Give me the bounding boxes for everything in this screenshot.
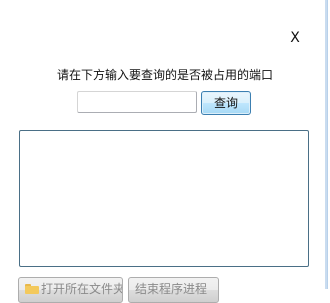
folder-icon bbox=[25, 284, 39, 294]
query-button[interactable]: 查询 bbox=[201, 91, 251, 115]
kill-process-button[interactable]: 结束程序进程 bbox=[128, 277, 219, 303]
window-border bbox=[325, 0, 327, 289]
result-textarea[interactable] bbox=[19, 130, 309, 267]
kill-process-button-label: 结束程序进程 bbox=[135, 282, 208, 296]
prompt-text: 请在下方输入要查询的是否被占用的端口 bbox=[56, 68, 273, 82]
port-check-dialog: X 请在下方输入要查询的是否被占用的端口 查询 打开所在文件夹 结束程序进程 bbox=[0, 0, 328, 303]
open-folder-button[interactable]: 打开所在文件夹 bbox=[18, 277, 123, 303]
close-button[interactable]: X bbox=[288, 30, 302, 46]
open-folder-button-label: 打开所在文件夹 bbox=[41, 282, 123, 296]
port-input[interactable] bbox=[77, 91, 197, 113]
